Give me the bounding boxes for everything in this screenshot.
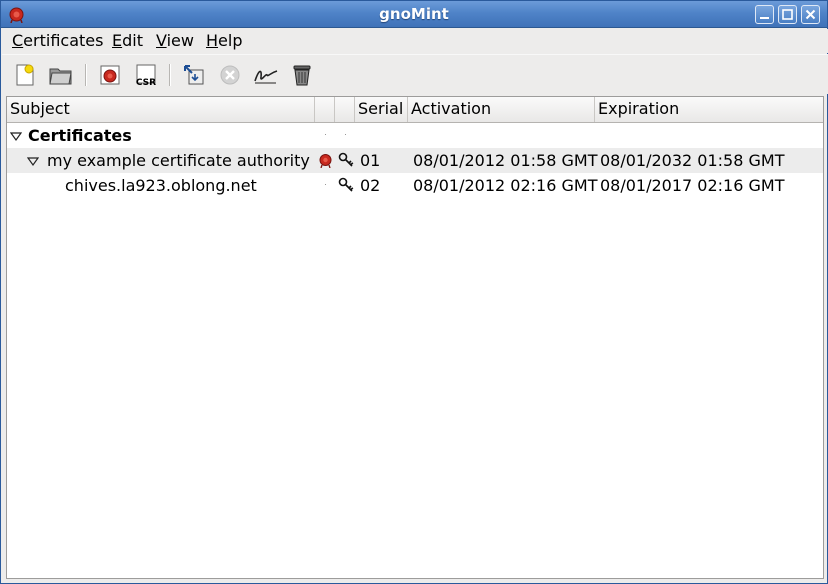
subject-cell: my example certificate authority xyxy=(47,151,310,170)
add-ca-icon xyxy=(100,65,120,85)
new-file-icon xyxy=(16,64,34,86)
csr-icon: CSR xyxy=(136,64,156,88)
placeholder-dot xyxy=(325,184,326,185)
activation-cell: 08/01/2012 01:58 GMT xyxy=(413,151,598,170)
close-button[interactable] xyxy=(801,5,820,24)
expander-down-icon[interactable] xyxy=(27,155,39,167)
placeholder-dot xyxy=(325,134,326,135)
sign-button[interactable] xyxy=(252,61,280,89)
csr-button[interactable]: CSR xyxy=(132,61,160,89)
title-bar[interactable]: gnoMint xyxy=(1,1,827,28)
import-export-icon xyxy=(184,65,204,85)
placeholder-dot xyxy=(345,134,346,135)
toolbar-separator xyxy=(85,64,87,86)
key-icon xyxy=(338,177,354,192)
svg-text:CSR: CSR xyxy=(136,78,156,88)
new-button[interactable] xyxy=(11,61,39,89)
import-export-button[interactable] xyxy=(180,61,208,89)
table-row[interactable]: my example certificate authority 01 08/0… xyxy=(7,148,823,173)
ca-seal-icon xyxy=(319,154,332,168)
column-activation[interactable]: Activation xyxy=(408,97,595,122)
group-label: Certificates xyxy=(28,126,132,145)
menu-help[interactable]: Help xyxy=(206,31,242,50)
window-title: gnoMint xyxy=(379,5,449,23)
app-window: gnoMint Certificates Edit View Help CSR … xyxy=(0,0,828,584)
activation-cell: 08/01/2012 02:16 GMT xyxy=(413,176,598,195)
revoke-icon xyxy=(220,65,240,85)
column-expiration[interactable]: Expiration xyxy=(595,97,823,122)
maximize-icon xyxy=(782,9,793,20)
expiration-cell: 08/01/2032 01:58 GMT xyxy=(600,151,785,170)
column-subject[interactable]: Subject xyxy=(7,97,315,122)
table-row[interactable]: chives.la923.oblong.net 02 08/01/2012 02… xyxy=(7,173,823,198)
menu-bar: Certificates Edit View Help xyxy=(2,29,828,53)
menu-certificates[interactable]: Certificates xyxy=(12,31,103,50)
minimize-button[interactable] xyxy=(755,5,774,24)
close-icon xyxy=(805,9,816,20)
serial-cell: 02 xyxy=(360,176,381,195)
column-serial[interactable]: Serial xyxy=(355,97,408,122)
open-folder-icon xyxy=(49,68,72,85)
toolbar-separator xyxy=(169,64,171,86)
trash-icon xyxy=(293,65,311,86)
delete-button[interactable] xyxy=(288,61,316,89)
tree-group-row[interactable]: Certificates xyxy=(7,123,823,148)
toolbar: CSR xyxy=(2,54,828,94)
sign-icon xyxy=(254,70,278,84)
revoke-button[interactable] xyxy=(216,61,244,89)
add-ca-button[interactable] xyxy=(96,61,124,89)
column-icon-1[interactable] xyxy=(315,97,335,122)
serial-cell: 01 xyxy=(360,151,381,170)
column-icon-2[interactable] xyxy=(335,97,355,122)
open-button[interactable] xyxy=(47,61,75,89)
maximize-button[interactable] xyxy=(778,5,797,24)
expiration-cell: 08/01/2017 02:16 GMT xyxy=(600,176,785,195)
subject-cell: chives.la923.oblong.net xyxy=(65,176,257,195)
menu-view[interactable]: View xyxy=(156,31,194,50)
certificate-tree[interactable]: Subject Serial Activation Expiration Cer… xyxy=(6,96,824,579)
minimize-icon xyxy=(760,17,769,19)
key-icon xyxy=(338,152,354,167)
expander-down-icon[interactable] xyxy=(10,130,22,142)
column-header: Subject Serial Activation Expiration xyxy=(7,97,823,123)
menu-edit[interactable]: Edit xyxy=(112,31,143,50)
